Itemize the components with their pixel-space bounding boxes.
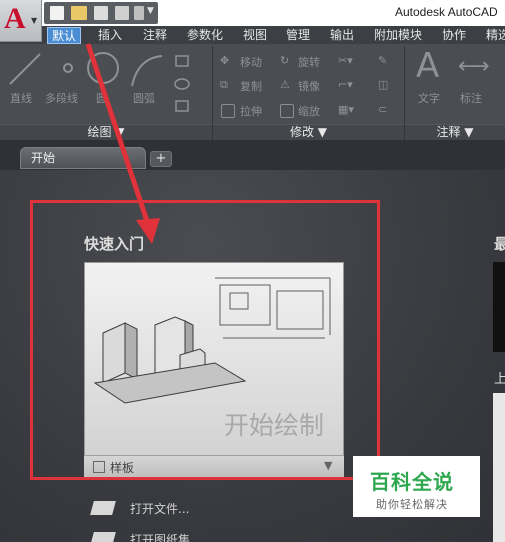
scale-tool-label[interactable]: 缩放 — [298, 103, 320, 119]
mirror-icon[interactable]: ⚠ — [280, 78, 290, 91]
recent-document-thumbnail[interactable] — [493, 262, 505, 352]
new-file-icon[interactable] — [50, 6, 64, 20]
notification-thumbnail[interactable] — [493, 393, 505, 542]
dimension-tool-icon[interactable]: ⟷ — [458, 54, 490, 79]
explode-icon[interactable]: ◫ — [378, 78, 388, 91]
stretch-tool-label[interactable]: 拉伸 — [240, 103, 262, 119]
draw-panel-title[interactable]: 绘图 ▼ — [0, 124, 212, 140]
save-icon[interactable] — [94, 6, 108, 20]
open-files-link[interactable]: 打开文件... — [130, 500, 189, 517]
rotate-tool-label[interactable]: 旋转 — [298, 54, 320, 70]
trim-icon[interactable]: ✂▾ — [338, 54, 353, 67]
draw-tool-icons — [9, 52, 190, 112]
stretch-icon[interactable] — [221, 104, 235, 118]
circle-tool-icon — [87, 52, 119, 84]
tab-addins[interactable]: 附加模块 — [370, 27, 426, 44]
mirror-tool-label[interactable]: 镜像 — [298, 78, 320, 94]
offset-icon[interactable]: ⊂ — [378, 103, 387, 116]
tab-parametric[interactable]: 参数化 — [183, 27, 227, 44]
tab-manage[interactable]: 管理 — [282, 27, 314, 44]
modify-panel-title[interactable]: 修改 ▼ — [213, 124, 404, 140]
text-tool-icon[interactable]: A — [416, 46, 439, 86]
tab-default[interactable]: 默认 — [47, 27, 82, 44]
watermark-title: 百科全说 — [370, 470, 454, 494]
dimension-tool-label[interactable]: 标注 — [460, 90, 482, 106]
move-icon[interactable]: ✥ — [220, 54, 229, 67]
polyline-tool-icon — [63, 63, 73, 73]
undo-icon[interactable] — [134, 6, 144, 20]
autocad-logo-icon: A — [4, 2, 26, 35]
tab-annotate[interactable]: 注释 — [139, 27, 171, 44]
window-title: Autodesk AutoCAD — [395, 5, 498, 19]
fillet-icon[interactable]: ⌐▾ — [338, 78, 353, 91]
open-sheet-set-link[interactable]: 打开图纸集... — [130, 531, 201, 542]
rectangle-tool-icon — [175, 55, 189, 67]
open-folder-icon — [90, 501, 116, 515]
ellipse-tool-icon — [174, 78, 190, 90]
watermark-subtitle: 助你轻松解决 — [376, 498, 448, 511]
erase-icon[interactable]: ✎ — [378, 54, 387, 67]
hatch-tool-icon — [175, 100, 189, 112]
tab-output[interactable]: 输出 — [326, 27, 358, 44]
arc-tool-icon — [131, 55, 163, 87]
save-as-icon[interactable] — [115, 6, 129, 20]
ribbon-tab-bar: 默认 插入 注释 参数化 视图 管理 输出 附加模块 协作 精选 — [0, 26, 505, 44]
line-tool-label[interactable]: 直线 — [10, 90, 32, 106]
tab-insert[interactable]: 插入 — [94, 27, 126, 44]
tab-start[interactable]: 开始 — [20, 147, 146, 169]
tab-featured[interactable]: 精选 — [482, 27, 505, 44]
rotate-icon[interactable]: ↻ — [280, 54, 289, 67]
copy-icon[interactable]: ⧉ — [220, 78, 228, 92]
application-menu-button[interactable]: A ▼ — [0, 0, 42, 42]
line-tool-icon — [9, 53, 41, 85]
autocad-window: A ▼ ▼ Autodesk AutoCAD 默认 插入 注释 参数化 视图 管… — [0, 0, 505, 542]
polyline-tool-label[interactable]: 多段线 — [45, 90, 78, 106]
array-icon[interactable]: ▦▾ — [338, 103, 354, 116]
move-tool-label[interactable]: 移动 — [240, 54, 262, 70]
right-column-label: 上 — [494, 372, 505, 387]
copy-tool-label[interactable]: 复制 — [240, 78, 262, 94]
text-tool-label[interactable]: 文字 — [418, 90, 440, 106]
highlight-box — [30, 200, 380, 480]
scale-icon[interactable] — [280, 104, 294, 118]
arc-tool-label[interactable]: 圆弧 — [133, 90, 155, 106]
qat-dropdown-icon[interactable]: ▼ — [147, 6, 154, 16]
chevron-down-icon: ▼ — [31, 16, 38, 25]
quick-access-toolbar: ▼ — [44, 2, 158, 24]
new-tab-button[interactable]: + — [150, 151, 172, 167]
tab-collaborate[interactable]: 协作 — [438, 27, 470, 44]
recent-documents-title: 最 — [494, 235, 505, 253]
sheet-set-icon — [90, 532, 116, 542]
circle-tool-label[interactable]: 圆 — [96, 90, 107, 106]
annotation-panel-title[interactable]: 注释 ▼ — [405, 124, 505, 140]
tab-view[interactable]: 视图 — [239, 27, 271, 44]
open-folder-icon[interactable] — [71, 6, 87, 20]
